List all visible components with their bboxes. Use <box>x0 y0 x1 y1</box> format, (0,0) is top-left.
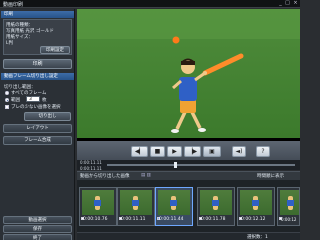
thumbnail-time: 0:00:12 <box>281 217 297 222</box>
thumbnail-image <box>240 190 272 215</box>
next-frame-button[interactable]: ▕▶ <box>184 146 201 157</box>
radio-all-frames[interactable] <box>5 91 9 95</box>
ball <box>172 36 180 44</box>
frame-section-header: 動画フレーム切り出し設定 <box>1 73 74 80</box>
frame-count-input[interactable]: 3 <box>26 96 40 102</box>
thumbnail-image <box>200 190 232 215</box>
save-button[interactable]: 保存 <box>3 225 72 233</box>
exit-button[interactable]: 終了 <box>3 234 72 240</box>
thumbnail-image <box>280 190 299 215</box>
play-button[interactable]: ▶ <box>167 146 182 157</box>
thumbnail-image <box>120 190 152 215</box>
radio-range[interactable] <box>5 98 9 102</box>
thumbnail-time: 0:00:10.76 <box>83 217 108 222</box>
maximize-button[interactable]: □ <box>284 0 291 7</box>
strip-toolbar: 動画から切り出した画像 ▤ ▥ 時間順に表示 <box>77 171 300 180</box>
print-button[interactable]: 印刷 <box>3 59 72 69</box>
thumbnail[interactable]: 0:00:12.12 <box>237 187 275 226</box>
thumbnail-image <box>158 190 190 215</box>
thumbnail-time: 0:00:11.78 <box>201 217 226 222</box>
strip-label: 動画から切り出した画像 <box>80 174 130 179</box>
thumbnail-time: 0:00:12.12 <box>241 217 266 222</box>
status-bar: 選択数：1 <box>77 232 300 240</box>
layout-button[interactable]: レイアウト <box>3 124 72 133</box>
thumbnail-time: 0:00:11.11 <box>121 217 146 222</box>
thumbnail-selected[interactable]: 0:00:11.44 <box>155 187 193 226</box>
frame-compose-button[interactable]: フレーム合成 <box>3 136 72 145</box>
blur-check-label: ブレの少ない画像を選択 <box>11 105 61 110</box>
print-settings-button[interactable]: 印刷設定 <box>40 46 70 54</box>
thumbnail[interactable]: 0:00:11.78 <box>197 187 235 226</box>
thumbnail-image <box>82 190 114 215</box>
blur-checkbox[interactable] <box>5 105 9 109</box>
selection-count: 選択数：1 <box>247 235 268 240</box>
video-frame-image <box>77 9 300 138</box>
radio-range-label: 範囲 <box>11 98 20 103</box>
title-bar: 動画印刷 _ □ × <box>0 0 300 8</box>
timeline-handle[interactable] <box>174 162 177 168</box>
frame-unit-label: 枚 <box>42 98 47 103</box>
capture-button[interactable]: ▣ <box>203 146 221 157</box>
print-info-box: 用紙の種類： 写真用紙 光沢 ゴールド 用紙サイズ： L判 印刷設定 <box>3 19 72 55</box>
camera-capture-icon: ▣ <box>209 148 215 155</box>
time-start: 0:00:11.11 <box>80 160 102 165</box>
thumbnail[interactable]: 0:00:11.11 <box>117 187 155 226</box>
help-button[interactable]: ? <box>256 146 270 157</box>
select-video-button[interactable]: 動画選択 <box>3 216 72 224</box>
video-frame <box>77 9 300 138</box>
paper-size-value: L判 <box>6 41 14 46</box>
thumbnail[interactable]: 0:00:10.76 <box>79 187 117 226</box>
print-section-header: 印刷 <box>1 11 74 18</box>
view-toggle-icon[interactable]: ▤ ▥ <box>141 173 151 178</box>
sort-label: 時間順に表示 <box>257 174 284 179</box>
volume-button[interactable]: ◄) <box>232 146 246 157</box>
thumbnail-time: 0:00:11.44 <box>159 217 184 222</box>
settings-panel: 印刷 用紙の種類： 写真用紙 光沢 ゴールド 用紙サイズ： L判 印刷設定 印刷… <box>0 9 75 240</box>
stop-button[interactable]: ■ <box>150 146 165 157</box>
window-title: 動画印刷 <box>3 2 24 8</box>
speaker-icon: ◄) <box>235 148 243 155</box>
thumbnail[interactable]: 0:00:12 <box>277 187 300 226</box>
cut-button[interactable]: 切り出し <box>24 112 71 121</box>
timeline-track <box>107 164 295 166</box>
close-button[interactable]: × <box>292 0 299 7</box>
minimize-button[interactable]: _ <box>277 0 284 7</box>
frame-count-value: 3 <box>29 97 32 102</box>
prev-frame-button[interactable]: ◀▏ <box>131 146 148 157</box>
